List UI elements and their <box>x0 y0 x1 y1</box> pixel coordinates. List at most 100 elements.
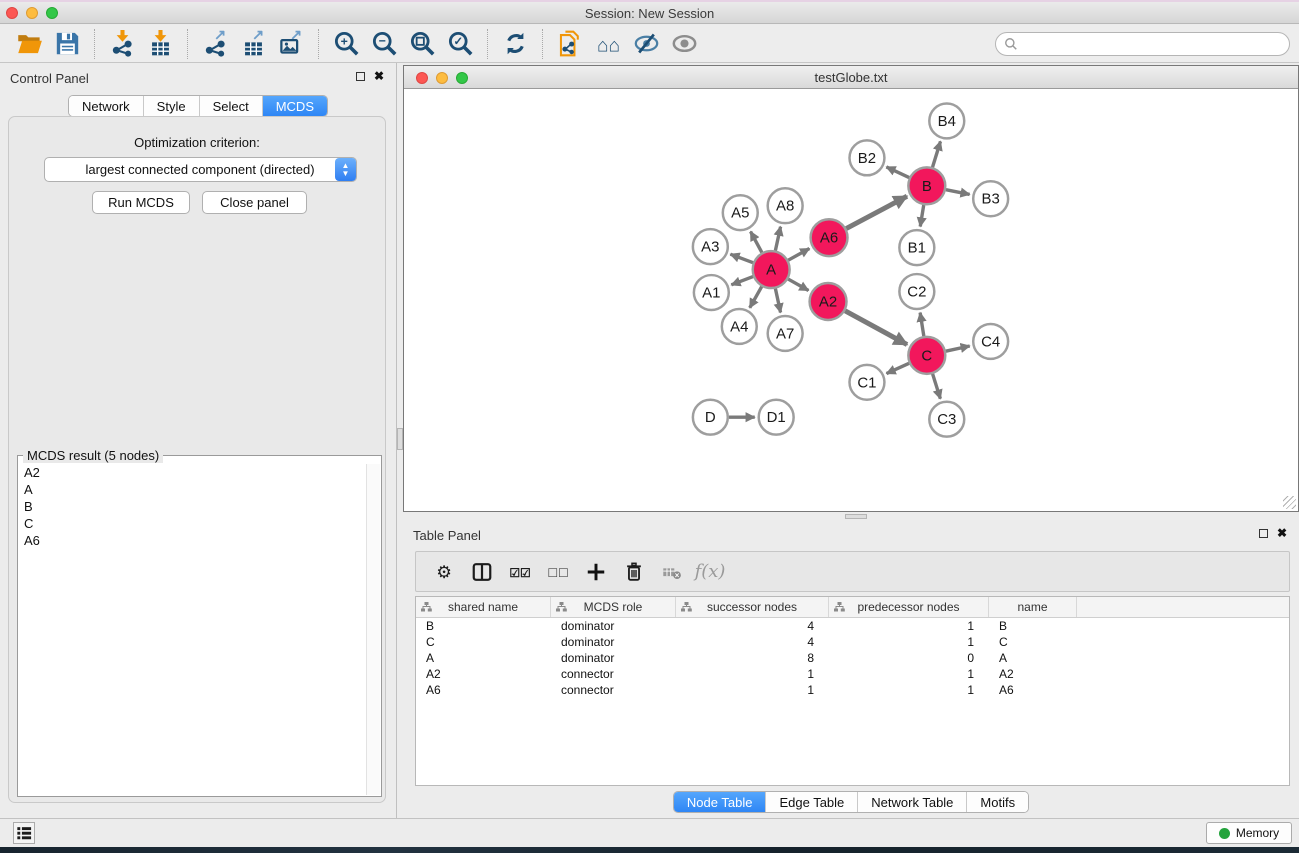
float-panel-icon[interactable] <box>356 72 365 81</box>
edge-C-C1[interactable] <box>887 363 910 373</box>
close-panel-icon[interactable]: ✖ <box>374 71 384 81</box>
network-canvas[interactable]: A A1 A3A5 A8 A4 A7 A6 A2 B B1 B2 B3 B4 C C1 C2 C3 C4 D D1 <box>404 90 1298 511</box>
edge-C-C3[interactable] <box>933 374 941 399</box>
column-header-shared-name[interactable]: shared name <box>416 597 551 617</box>
table-row[interactable]: Bdominator41B <box>416 618 1289 634</box>
edge-B-B3[interactable] <box>946 190 970 195</box>
node-C4[interactable]: C4 <box>973 324 1008 359</box>
node-A8[interactable]: A8 <box>768 188 803 223</box>
edge-A-A7[interactable] <box>775 289 780 313</box>
criterion-dropdown[interactable]: largest connected component (directed) ▲… <box>44 157 357 182</box>
edge-A-A6[interactable] <box>788 249 809 261</box>
table-row[interactable]: A6connector11A6 <box>416 682 1289 698</box>
mcds-result-item[interactable]: C <box>19 515 366 532</box>
search-input[interactable] <box>1023 37 1281 51</box>
node-A5[interactable]: A5 <box>723 195 758 230</box>
edge-A-A4[interactable] <box>750 287 762 308</box>
node-A3[interactable]: A3 <box>693 229 728 264</box>
node-A7[interactable]: A7 <box>768 316 803 351</box>
float-panel-icon[interactable] <box>1259 529 1268 538</box>
edge-C-C2[interactable] <box>920 313 924 336</box>
node-C[interactable]: C <box>908 337 945 374</box>
close-panel-button[interactable]: Close panel <box>202 191 307 214</box>
list-scrollbar[interactable] <box>366 464 380 795</box>
close-panel-icon[interactable]: ✖ <box>1277 528 1287 538</box>
run-mcds-button[interactable]: Run MCDS <box>92 191 190 214</box>
zoom-in-button[interactable]: + <box>327 28 365 60</box>
node-C3[interactable]: C3 <box>929 402 964 437</box>
edge-A-A5[interactable] <box>751 232 762 253</box>
tab-style[interactable]: Style <box>144 96 200 116</box>
edge-A2-C[interactable] <box>845 311 907 345</box>
mcds-result-item[interactable]: A6 <box>19 532 366 549</box>
node-C2[interactable]: C2 <box>899 274 934 309</box>
edge-A-A8[interactable] <box>775 227 780 251</box>
splitter-grip[interactable] <box>845 514 867 519</box>
import-network-button[interactable] <box>103 28 141 60</box>
zoom-out-button[interactable]: − <box>365 28 403 60</box>
memory-button[interactable]: Memory <box>1206 822 1292 844</box>
node-B3[interactable]: B3 <box>973 181 1008 216</box>
export-table-button[interactable]: ↗ <box>234 28 272 60</box>
node-A2[interactable]: A2 <box>810 283 847 320</box>
node-A4[interactable]: A4 <box>722 309 757 344</box>
column-header-mcds-role[interactable]: MCDS role <box>551 597 676 617</box>
tab-motifs[interactable]: Motifs <box>967 792 1028 812</box>
edge-C-C4[interactable] <box>946 346 970 351</box>
table-settings-gear-button[interactable]: ⚙ <box>428 557 460 587</box>
edge-B-B4[interactable] <box>933 141 941 167</box>
window-resize-grip[interactable] <box>1283 496 1296 509</box>
deselect-all-checkboxes-button[interactable]: ☐☐ <box>542 557 574 587</box>
splitter-grip[interactable] <box>397 428 403 450</box>
node-D[interactable]: D <box>693 400 728 435</box>
table-row[interactable]: Adominator80A <box>416 650 1289 666</box>
node-B1[interactable]: B1 <box>899 230 934 265</box>
save-session-button[interactable] <box>48 28 86 60</box>
zoom-selected-button[interactable]: ✓ <box>441 28 479 60</box>
edge-A-A3[interactable] <box>730 254 753 262</box>
tab-select[interactable]: Select <box>200 96 263 116</box>
network-overview-button[interactable]: ⌂⌂ <box>589 28 627 60</box>
select-all-checkboxes-button[interactable]: ☑☑ <box>504 557 536 587</box>
tab-network[interactable]: Network <box>69 96 144 116</box>
tab-edge-table[interactable]: Edge Table <box>766 792 858 812</box>
export-network-button[interactable]: ↗ <box>196 28 234 60</box>
tab-node-table[interactable]: Node Table <box>674 792 767 812</box>
import-table-button[interactable] <box>141 28 179 60</box>
open-file-button[interactable] <box>10 28 48 60</box>
edge-B-B1[interactable] <box>920 205 923 226</box>
node-B[interactable]: B <box>908 167 945 204</box>
edge-A-A2[interactable] <box>788 279 808 290</box>
mcds-result-item[interactable]: A2 <box>19 464 366 481</box>
mcds-result-item[interactable]: A <box>19 481 366 498</box>
add-row-button[interactable] <box>580 557 612 587</box>
node-B4[interactable]: B4 <box>929 103 964 138</box>
edge-A6-B[interactable] <box>846 196 907 228</box>
node-D1[interactable]: D1 <box>759 400 794 435</box>
table-columns-button[interactable] <box>466 557 498 587</box>
node-A[interactable]: A <box>753 251 790 288</box>
refresh-view-button[interactable] <box>496 28 534 60</box>
export-image-button[interactable]: ↗ <box>272 28 310 60</box>
table-row[interactable]: Cdominator41C <box>416 634 1289 650</box>
node-B2[interactable]: B2 <box>850 140 885 175</box>
edge-B-B2[interactable] <box>886 167 909 178</box>
hide-graphics-details-button[interactable] <box>627 28 665 60</box>
zoom-fit-button[interactable] <box>403 28 441 60</box>
table-row[interactable]: A2connector11A2 <box>416 666 1289 682</box>
delete-row-trash-button[interactable] <box>618 557 650 587</box>
show-panels-button[interactable] <box>13 822 35 844</box>
node-A1[interactable]: A1 <box>694 275 729 310</box>
tab-mcds[interactable]: MCDS <box>263 96 327 116</box>
node-A6[interactable]: A6 <box>811 219 848 256</box>
column-header-successor-nodes[interactable]: successor nodes <box>676 597 829 617</box>
new-network-from-selection-button[interactable] <box>551 28 589 60</box>
edge-A-A1[interactable] <box>731 277 753 285</box>
node-C1[interactable]: C1 <box>850 365 885 400</box>
network-window-titlebar[interactable]: testGlobe.txt <box>404 66 1298 89</box>
column-header-name[interactable]: name <box>989 597 1077 617</box>
column-header-predecessor-nodes[interactable]: predecessor nodes <box>829 597 989 617</box>
show-graphics-details-button[interactable] <box>665 28 703 60</box>
search-field[interactable] <box>995 32 1290 56</box>
tab-network-table[interactable]: Network Table <box>858 792 967 812</box>
